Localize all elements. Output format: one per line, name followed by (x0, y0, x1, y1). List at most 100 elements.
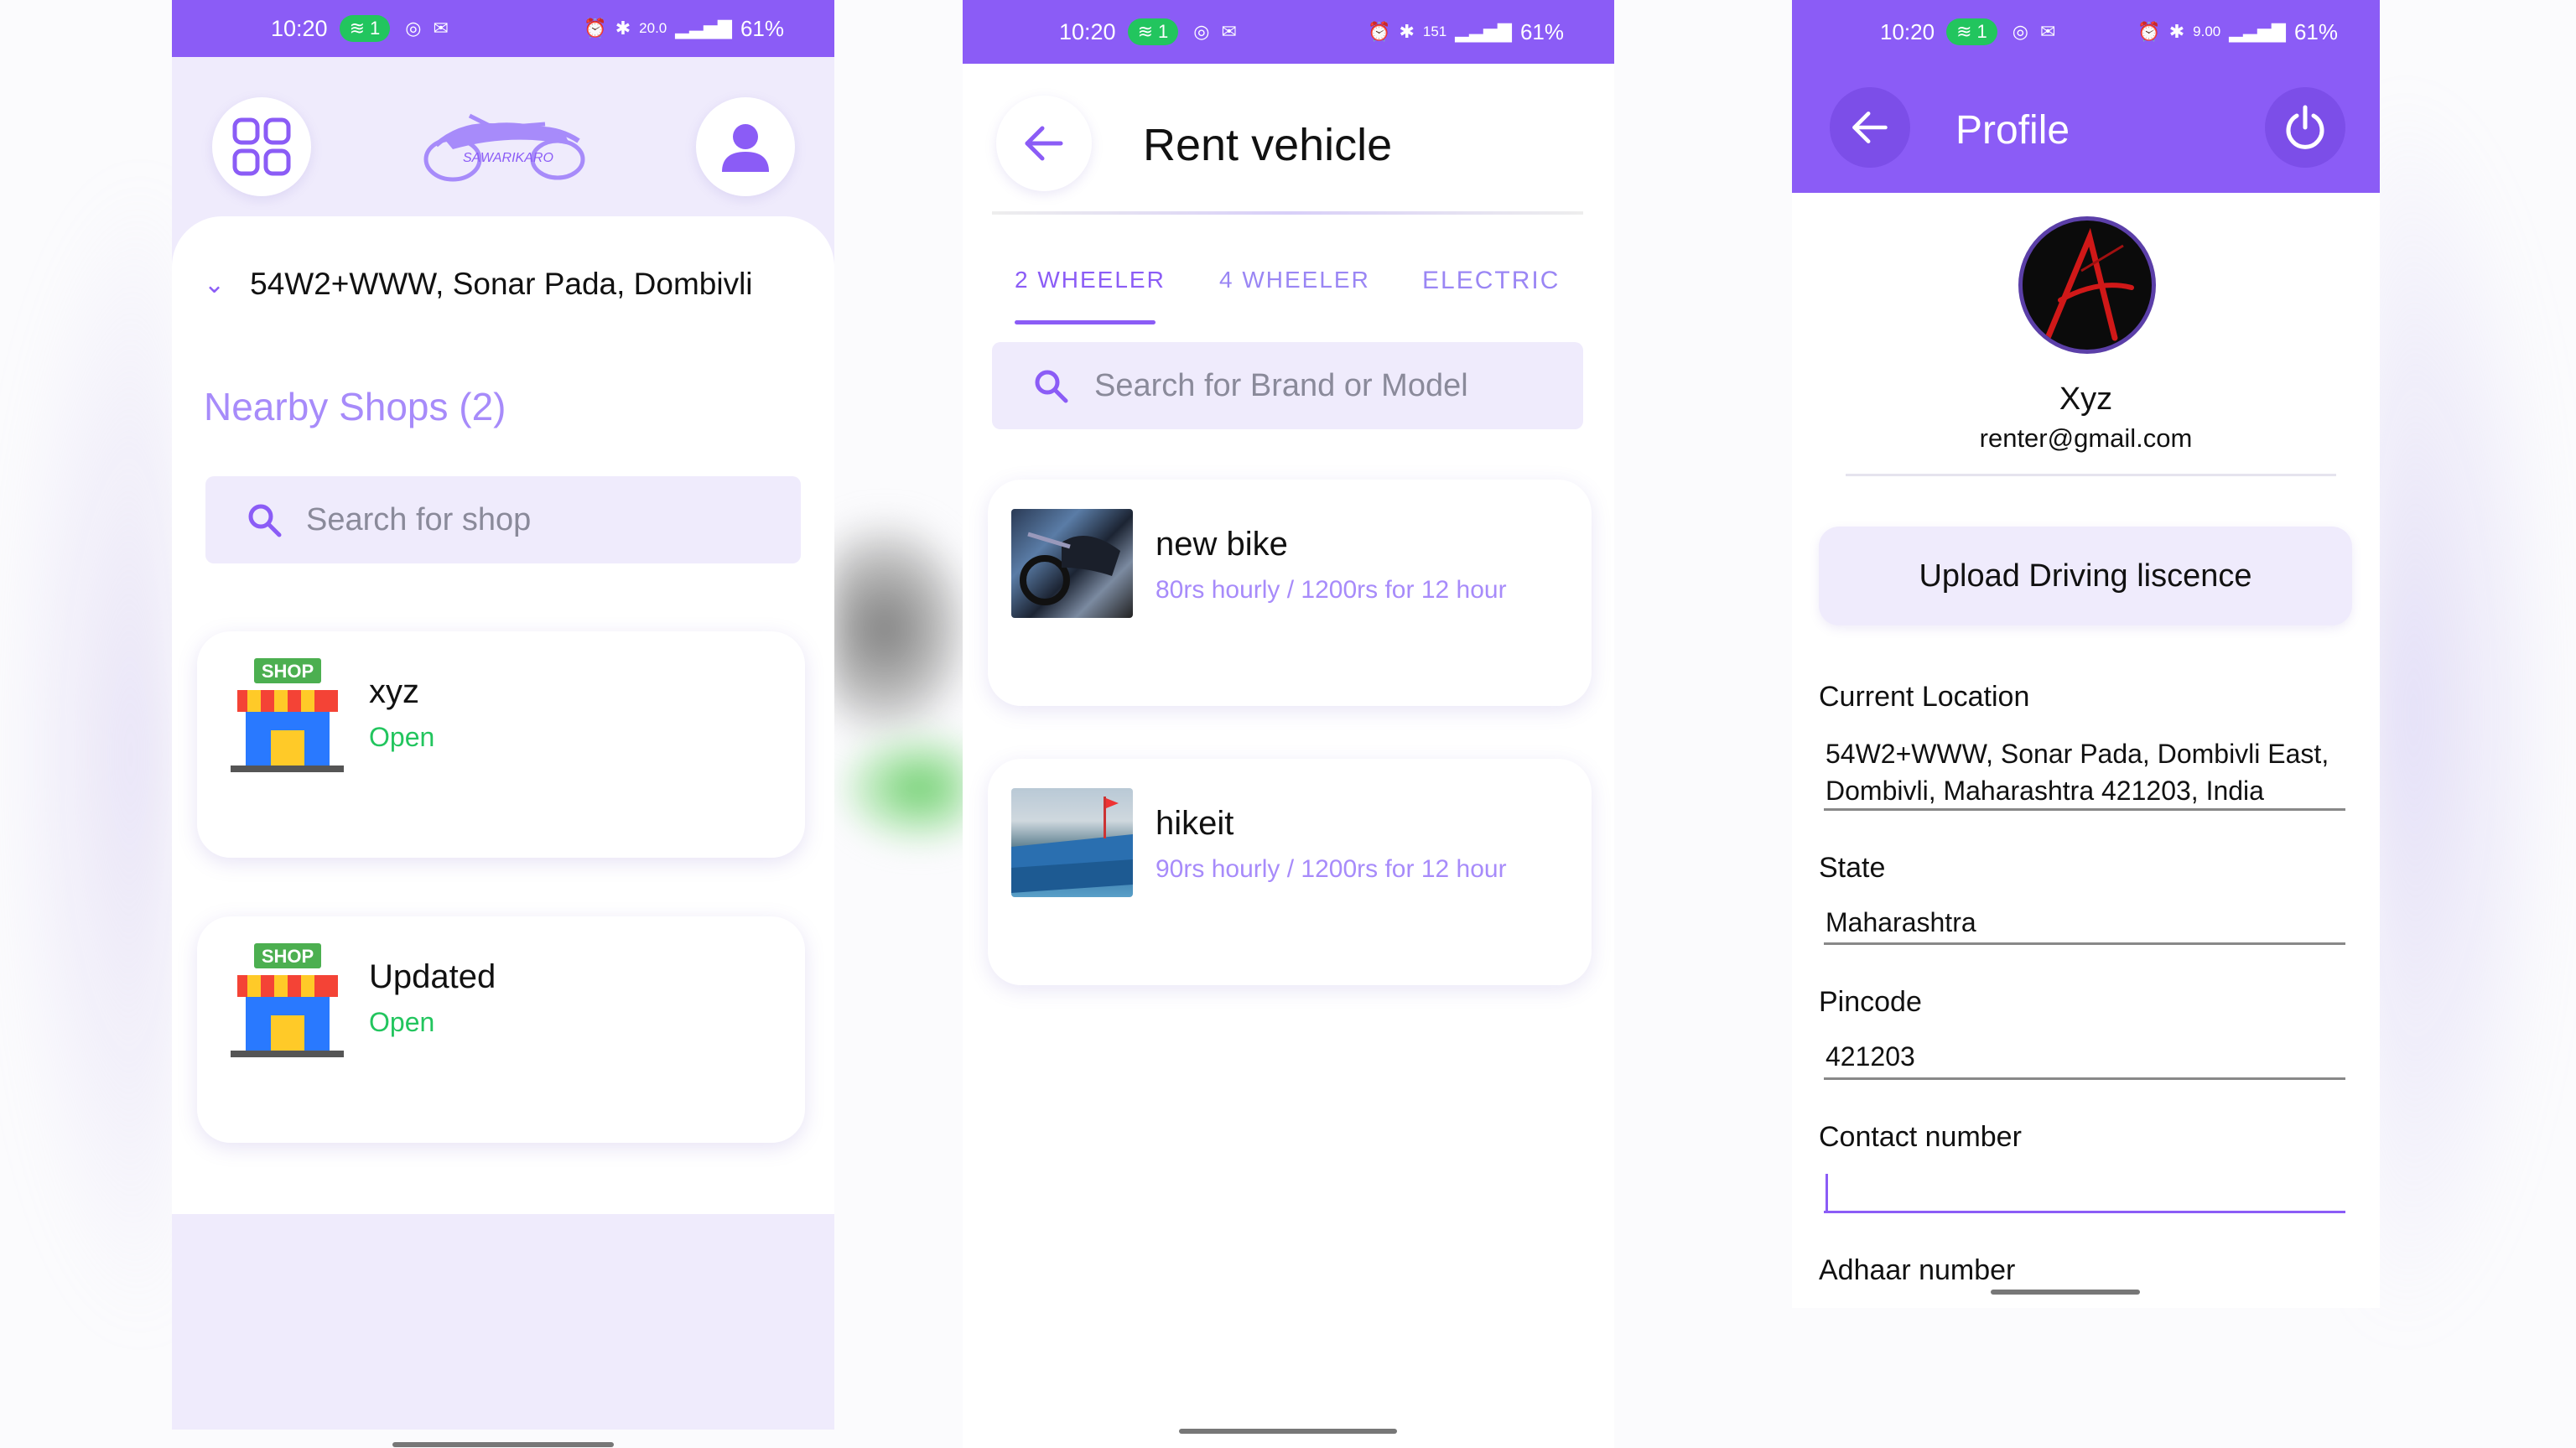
background-blur (2365, 84, 2566, 1342)
contact-field[interactable] (1826, 1172, 2345, 1209)
notification-icons: ◎ ✉ (405, 18, 449, 39)
bluetooth-icon: ✱ (1399, 21, 1415, 42)
alarm-icon: ⏰ (584, 18, 607, 39)
logout-button[interactable] (2265, 87, 2345, 168)
profile-name: Xyz (2059, 381, 2113, 417)
pincode-field[interactable]: 421203 (1826, 1038, 2345, 1075)
speed-readout: 151 (1422, 23, 1447, 39)
vehicle-card[interactable]: new bike 80rs hourly / 1200rs for 12 hou… (988, 480, 1592, 706)
vehicle-type-tabs: 2 WHEELER 4 WHEELER ELECTRIC (963, 252, 1614, 327)
battery-percent: 61% (2293, 18, 2338, 44)
motorbike-photo-icon (1020, 532, 1120, 605)
wifi-icon: ≋ (1956, 21, 1972, 42)
location-selector[interactable]: ⌄ 54W2+WWW, Sonar Pada, Dombivli (204, 267, 753, 302)
state-label: State (1819, 852, 1886, 884)
shop-status: Open (369, 722, 435, 752)
vehicle-photo (1011, 788, 1133, 897)
wifi-pill: ≋ 1 (339, 15, 391, 42)
avatar[interactable] (2018, 216, 2156, 354)
user-icon (722, 124, 769, 172)
gesture-bar[interactable] (1179, 1429, 1397, 1434)
vehicle-price: 90rs hourly / 1200rs for 12 hour (1156, 855, 1507, 883)
shop-icon: SHOP (231, 658, 344, 772)
notification-icons: ◎ ✉ (2012, 21, 2056, 43)
background-blur (839, 729, 973, 847)
wifi-pill: ≋ 1 (1127, 18, 1179, 45)
battery-percent: 61% (740, 15, 784, 41)
contact-label: Contact number (1819, 1121, 2022, 1153)
app-logo: SAWARIKARO (419, 99, 587, 191)
signal-icon: ▂▃▅▇ (2229, 21, 2286, 42)
upload-license-button[interactable]: Upload Driving liscence (1819, 527, 2352, 625)
chevron-down-icon: ⌄ (204, 270, 226, 298)
motorbike-logo-icon (423, 113, 585, 182)
alarm-icon: ⏰ (1368, 21, 1391, 42)
wifi-count: 1 (1976, 21, 1987, 42)
header-divider (992, 211, 1583, 215)
tab-4-wheeler[interactable]: 4 WHEELER (1219, 267, 1370, 293)
speed-readout: 20.0 (639, 20, 667, 36)
gesture-bar[interactable] (1991, 1290, 2140, 1295)
wifi-count: 1 (370, 18, 381, 39)
system-icons: ⏰ ✱ 20.0 ▂▃▅▇ 61% (584, 16, 784, 42)
pincode-label: Pincode (1819, 986, 1922, 1018)
profile-screen: 10:20 ≋ 1 ◎ ✉ ⏰ ✱ 9.00 ▂▃▅▇ 61% Profile … (1792, 0, 2380, 1308)
profile-button[interactable] (696, 97, 795, 196)
instagram-icon: ◎ (2012, 21, 2028, 42)
tab-2-wheeler[interactable]: 2 WHEELER (1015, 267, 1166, 293)
menu-button[interactable] (212, 97, 311, 196)
status-bar: 10:20 ≋ 1 ◎ ✉ ⏰ ✱ 9.00 ▂▃▅▇ 61% (1792, 0, 2380, 64)
home-topbar: SAWARIKARO (172, 57, 834, 216)
tab-electric[interactable]: ELECTRIC (1422, 267, 1560, 295)
arrow-left-icon (1852, 112, 1888, 143)
gesture-bar[interactable] (392, 1442, 614, 1447)
text-cursor (1826, 1174, 1828, 1211)
battery-percent: 61% (1519, 18, 1564, 44)
shop-card[interactable]: SHOP Updated Open (197, 916, 805, 1143)
background-blur (826, 520, 973, 738)
adhaar-label: Adhaar number (1819, 1254, 2016, 1286)
mail-icon: ✉ (433, 18, 449, 39)
rent-vehicle-screen: 10:20 ≋ 1 ◎ ✉ ⏰ ✱ 151 ▂▃▅▇ 61% Rent vehi… (963, 0, 1614, 1448)
location-text: 54W2+WWW, Sonar Pada, Dombivli (250, 267, 753, 301)
page-title: Profile (1955, 108, 2070, 153)
shop-card[interactable]: SHOP xyz Open (197, 631, 805, 858)
bluetooth-icon: ✱ (615, 18, 631, 39)
vehicle-card[interactable]: hikeit 90rs hourly / 1200rs for 12 hour (988, 759, 1592, 985)
power-icon (2286, 105, 2324, 149)
bluetooth-icon: ✱ (2168, 21, 2185, 42)
screenshot-stage: 10:20 ≋ 1 ◎ ✉ ⏰ ✱ 20.0 ▂▃▅▇ 61% SAWARIKA… (0, 0, 2576, 1448)
page-title: Rent vehicle (1143, 120, 1393, 170)
home-bottom-area (172, 1214, 834, 1430)
boats-photo-icon (1011, 797, 1133, 893)
search-icon (248, 504, 282, 537)
speed-readout: 9.00 (2193, 23, 2221, 39)
wifi-pill: ≋ 1 (1946, 18, 1997, 45)
wifi-icon: ≋ (349, 18, 366, 39)
wifi-count: 1 (1158, 21, 1169, 42)
status-time: 10:20 (1059, 18, 1116, 44)
vehicle-name: hikeit (1156, 805, 1234, 842)
system-icons: ⏰ ✱ 9.00 ▂▃▅▇ 61% (2137, 19, 2338, 45)
search-icon (1035, 370, 1068, 403)
logo-text: SAWARIKARO (463, 151, 553, 165)
home-screen: 10:20 ≋ 1 ◎ ✉ ⏰ ✱ 20.0 ▂▃▅▇ 61% SAWARIKA… (172, 0, 834, 1430)
shop-status: Open (369, 1007, 435, 1037)
background-blur (0, 168, 176, 1342)
signal-icon: ▂▃▅▇ (675, 18, 732, 39)
location-field[interactable]: 54W2+WWW, Sonar Pada, Dombivli East, Dom… (1826, 735, 2345, 809)
mail-icon: ✉ (1221, 21, 1237, 42)
instagram-icon: ◎ (405, 18, 422, 39)
profile-divider (1846, 474, 2336, 476)
vehicle-search-input[interactable]: Search for Brand or Model (992, 342, 1583, 429)
home-content: ⌄ 54W2+WWW, Sonar Pada, Dombivli Nearby … (172, 216, 834, 1214)
state-field[interactable]: Maharashtra (1826, 904, 2345, 941)
back-button[interactable] (996, 96, 1092, 191)
signal-icon: ▂▃▅▇ (1455, 21, 1512, 42)
back-button[interactable] (1830, 87, 1910, 168)
search-placeholder: Search for shop (306, 501, 532, 537)
contact-underline (1824, 1211, 2345, 1213)
shop-search-input[interactable]: Search for shop (205, 476, 801, 563)
vehicle-price: 80rs hourly / 1200rs for 12 hour (1156, 576, 1507, 604)
shop-sign-text: SHOP (262, 946, 314, 967)
